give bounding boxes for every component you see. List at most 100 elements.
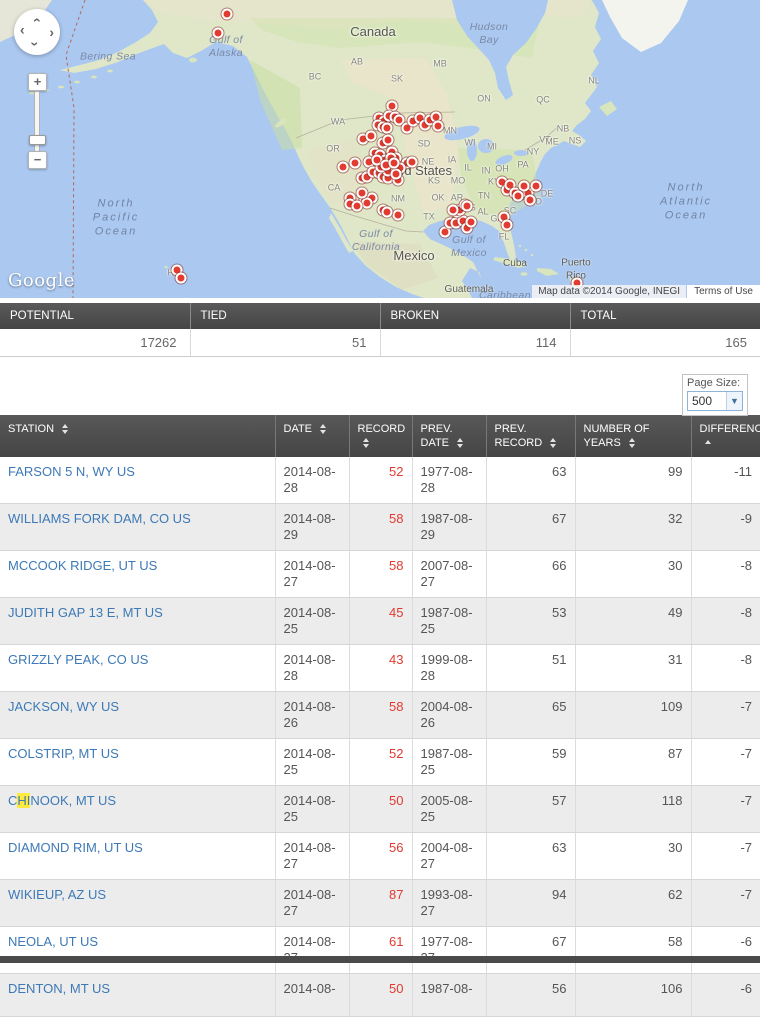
- table-row: DIAMOND RIM, UT US2014-08-27562004-08-27…: [0, 833, 760, 880]
- station-cell: JUDITH GAP 13 E, MT US: [0, 598, 275, 645]
- difference-cell: -7: [691, 833, 760, 880]
- years-cell: 62: [575, 880, 691, 927]
- summary-value: 17262: [0, 329, 190, 357]
- table-row: WIKIEUP, AZ US2014-08-27871993-08-279462…: [0, 880, 760, 927]
- table-row: JUDITH GAP 13 E, MT US2014-08-25451987-0…: [0, 598, 760, 645]
- pan-right-icon[interactable]: ›: [49, 25, 54, 39]
- map-marker[interactable]: [466, 217, 477, 228]
- pan-left-icon[interactable]: ›: [20, 25, 25, 39]
- map-canvas[interactable]: Bering SeaGulf of AlaskaHudson BayNorth …: [0, 0, 760, 298]
- station-link[interactable]: COLSTRIP, MT US: [8, 746, 119, 761]
- station-link[interactable]: NEOLA, UT US: [8, 934, 98, 949]
- summary-table: POTENTIALTIEDBROKENTOTAL 1726251114165: [0, 303, 760, 357]
- table-row: NEOLA, UT US2014-08-27611977-08-276758-6: [0, 927, 760, 974]
- station-cell: NEOLA, UT US: [0, 927, 275, 974]
- prev-date-cell: 2004-08-27: [412, 833, 486, 880]
- google-logo[interactable]: Google: [8, 270, 75, 291]
- sort-down-arrow: [62, 430, 68, 434]
- years-cell: 32: [575, 504, 691, 551]
- terms-of-use-link[interactable]: Terms of Use: [687, 285, 760, 298]
- difference-cell: -9: [691, 504, 760, 551]
- map-marker[interactable]: [213, 28, 224, 39]
- difference-cell: -6: [691, 974, 760, 1017]
- column-header-date[interactable]: DATE: [275, 415, 349, 457]
- map-marker[interactable]: [382, 207, 393, 218]
- difference-cell: -7: [691, 692, 760, 739]
- map-marker[interactable]: [362, 198, 373, 209]
- station-link[interactable]: FARSON 5 N, WY US: [8, 464, 135, 479]
- map-marker[interactable]: [391, 169, 402, 180]
- page-size-select[interactable]: 500: [687, 391, 743, 411]
- zoom-out-button[interactable]: −: [28, 151, 47, 169]
- map-marker[interactable]: [222, 9, 233, 20]
- prev-record-cell: 67: [486, 504, 575, 551]
- map-marker[interactable]: [407, 157, 418, 168]
- summary-column-header: TOTAL: [570, 303, 760, 329]
- pan-up-icon[interactable]: ›: [28, 18, 42, 23]
- map-marker[interactable]: [519, 181, 530, 192]
- column-header-difference[interactable]: DIFFERENCE: [691, 415, 760, 457]
- date-cell: 2014-08-25: [275, 786, 349, 833]
- map-marker[interactable]: [366, 131, 377, 142]
- prev-record-cell: 57: [486, 786, 575, 833]
- map-marker[interactable]: [513, 191, 524, 202]
- station-link[interactable]: GRIZZLY PEAK, CO US: [8, 652, 148, 667]
- sort-down-arrow: [457, 444, 463, 448]
- map-marker[interactable]: [382, 123, 393, 134]
- sort-down-arrow: [629, 444, 635, 448]
- station-link[interactable]: MCCOOK RIDGE, UT US: [8, 558, 157, 573]
- map-marker[interactable]: [389, 158, 400, 169]
- map-marker[interactable]: [525, 195, 536, 206]
- map-marker[interactable]: [383, 135, 394, 146]
- map-marker[interactable]: [502, 220, 513, 231]
- column-header-prev-record[interactable]: PREV. RECORD: [486, 415, 575, 457]
- sort-both-icon: [62, 424, 68, 434]
- search-highlight: HI: [17, 793, 30, 808]
- station-link[interactable]: CHINOOK, MT US: [8, 793, 116, 808]
- difference-cell: -8: [691, 598, 760, 645]
- prev-record-cell: 53: [486, 598, 575, 645]
- date-cell: 2014-08-27: [275, 551, 349, 598]
- station-link[interactable]: DENTON, MT US: [8, 981, 110, 996]
- map-marker[interactable]: [393, 210, 404, 221]
- station-link[interactable]: WIKIEUP, AZ US: [8, 887, 106, 902]
- station-cell: GRIZZLY PEAK, CO US: [0, 645, 275, 692]
- column-header-station[interactable]: STATION: [0, 415, 275, 457]
- station-link[interactable]: JACKSON, WY US: [8, 699, 119, 714]
- date-cell: 2014-08-27: [275, 927, 349, 974]
- date-cell: 2014-08-29: [275, 504, 349, 551]
- map-attribution: Map data ©2014 Google, INEGI Terms of Us…: [532, 285, 760, 298]
- summary-header-row: POTENTIALTIEDBROKENTOTAL: [0, 303, 760, 329]
- sort-up-arrow: [629, 438, 635, 442]
- years-cell: 87: [575, 739, 691, 786]
- date-cell: 2014-08-28: [275, 645, 349, 692]
- map-marker[interactable]: [350, 158, 361, 169]
- map-marker[interactable]: [462, 201, 473, 212]
- station-link[interactable]: DIAMOND RIM, UT US: [8, 840, 143, 855]
- zoom-in-button[interactable]: +: [28, 73, 47, 91]
- map-marker[interactable]: [448, 205, 459, 216]
- map-marker[interactable]: [357, 188, 368, 199]
- column-header-label: PREV. DATE: [421, 423, 453, 449]
- station-cell: WIKIEUP, AZ US: [0, 880, 275, 927]
- station-link[interactable]: WILLIAMS FORK DAM, CO US: [8, 511, 191, 526]
- column-header-number-of-years[interactable]: NUMBER OF YEARS: [575, 415, 691, 457]
- table-row: MCCOOK RIDGE, UT US2014-08-27582007-08-2…: [0, 551, 760, 598]
- map-marker[interactable]: [176, 273, 187, 284]
- years-cell: 49: [575, 598, 691, 645]
- map-marker[interactable]: [433, 121, 444, 132]
- map-marker[interactable]: [531, 181, 542, 192]
- sort-both-icon: [457, 438, 463, 448]
- table-row: COLSTRIP, MT US2014-08-25521987-08-25598…: [0, 739, 760, 786]
- pan-down-icon[interactable]: ›: [28, 42, 42, 47]
- column-header-record[interactable]: RECORD: [349, 415, 412, 457]
- prev-record-cell: 59: [486, 739, 575, 786]
- station-link[interactable]: JUDITH GAP 13 E, MT US: [8, 605, 163, 620]
- prev-record-cell: 65: [486, 692, 575, 739]
- map-marker[interactable]: [338, 162, 349, 173]
- map-marker[interactable]: [352, 201, 363, 212]
- zoom-slider-handle[interactable]: [29, 135, 46, 145]
- column-header-label: DIFFERENCE: [700, 423, 760, 435]
- map-pan-control[interactable]: › › › ›: [14, 9, 60, 55]
- column-header-prev-date[interactable]: PREV. DATE: [412, 415, 486, 457]
